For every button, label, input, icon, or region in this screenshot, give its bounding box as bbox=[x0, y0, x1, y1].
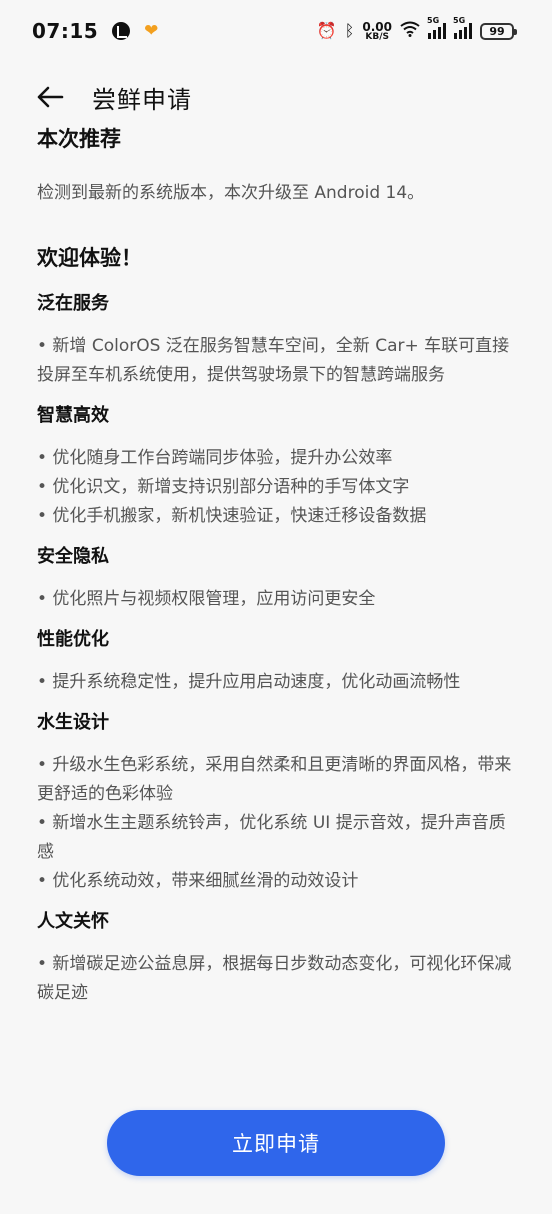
welcome-heading: 欢迎体验！ bbox=[37, 246, 142, 270]
release-notes: 本次推荐 检测到最新的系统版本，本次升级至 Android 14。 欢迎体验！ … bbox=[37, 122, 515, 1008]
section-title: 性能优化 bbox=[37, 629, 109, 650]
section-title: 安全隐私 bbox=[37, 546, 109, 567]
section-aquamorphic-design: 水生设计 • 升级水生色彩系统，采用自然柔和且更清晰的界面风格，带来更舒适的色彩… bbox=[37, 709, 515, 896]
section-performance: 性能优化 • 提升系统稳定性，提升应用启动速度，优化动画流畅性 bbox=[37, 626, 515, 697]
heart-app-icon: ❤ bbox=[144, 20, 159, 41]
section-title: 人文关怀 bbox=[37, 911, 109, 932]
section-item: • 新增 ColorOS 泛在服务智慧车空间，全新 Car+ 车联可直接投屏至车… bbox=[37, 336, 510, 385]
section-humanistic-care: 人文关怀 • 新增碳足迹公益息屏，根据每日步数动态变化，可视化环保减碳足迹 bbox=[37, 908, 515, 1008]
battery-icon: 99 bbox=[480, 22, 517, 40]
status-right: ⏰ ᛒ 0.00 KB/S 5G 5G 99 bbox=[316, 16, 517, 42]
status-bar: 07:15 ❤ ⏰ ᛒ 0.00 KB/S 5G 5G 99 bbox=[0, 0, 552, 62]
back-arrow-icon bbox=[37, 86, 64, 108]
notification-app-icon bbox=[112, 22, 131, 40]
section-item: • 优化识文，新增支持识别部分语种的手写体文字 bbox=[37, 477, 410, 497]
alarm-icon: ⏰ bbox=[316, 21, 337, 40]
page-header: 尝鲜申请 bbox=[0, 66, 552, 128]
section-security-privacy: 安全隐私 • 优化照片与视频权限管理，应用访问更安全 bbox=[37, 543, 515, 614]
section-smart-efficiency: 智慧高效 • 优化随身工作台跨端同步体验，提升办公效率 • 优化识文，新增支持识… bbox=[37, 402, 515, 531]
section-item: • 升级水生色彩系统，采用自然柔和且更清晰的界面风格，带来更舒适的色彩体验 bbox=[37, 755, 512, 804]
apply-now-button[interactable]: 立即申请 bbox=[107, 1110, 445, 1176]
section-item: • 优化照片与视频权限管理，应用访问更安全 bbox=[37, 589, 376, 609]
network-speed: 0.00 KB/S bbox=[362, 21, 392, 42]
network-speed-unit: KB/S bbox=[365, 31, 389, 42]
section-ubiquitous-service: 泛在服务 • 新增 ColorOS 泛在服务智慧车空间，全新 Car+ 车联可直… bbox=[37, 290, 515, 390]
section-title: 智慧高效 bbox=[37, 405, 109, 426]
cellular-signal-2-icon: 5G bbox=[453, 16, 472, 39]
section-title: 水生设计 bbox=[37, 712, 109, 733]
status-time: 07:15 bbox=[32, 19, 99, 43]
page-title: 尝鲜申请 bbox=[92, 85, 192, 114]
network-type-2: 5G bbox=[453, 16, 466, 25]
network-type-1: 5G bbox=[427, 16, 440, 25]
status-left: 07:15 ❤ bbox=[32, 19, 158, 43]
recommend-title: 本次推荐 bbox=[37, 127, 121, 151]
section-title: 泛在服务 bbox=[37, 293, 109, 314]
recommend-description: 检测到最新的系统版本，本次升级至 Android 14。 bbox=[37, 183, 425, 203]
section-item: • 优化随身工作台跨端同步体验，提升办公效率 bbox=[37, 448, 393, 468]
section-item: • 提升系统稳定性，提升应用启动速度，优化动画流畅性 bbox=[37, 672, 461, 692]
wifi-icon bbox=[400, 21, 420, 41]
bluetooth-icon: ᛒ bbox=[344, 21, 355, 40]
feature-sections: 泛在服务 • 新增 ColorOS 泛在服务智慧车空间，全新 Car+ 车联可直… bbox=[37, 290, 515, 1008]
battery-level: 99 bbox=[489, 24, 505, 38]
back-button[interactable] bbox=[30, 77, 70, 117]
section-item: • 优化系统动效，带来细腻丝滑的动效设计 bbox=[37, 871, 359, 891]
cellular-signal-1-icon: 5G bbox=[427, 16, 446, 39]
section-item: • 优化手机搬家，新机快速验证，快速迁移设备数据 bbox=[37, 506, 427, 526]
section-item: • 新增碳足迹公益息屏，根据每日步数动态变化，可视化环保减碳足迹 bbox=[37, 954, 512, 1003]
section-item: • 新增水生主题系统铃声，优化系统 UI 提示音效，提升声音质感 bbox=[37, 813, 506, 862]
